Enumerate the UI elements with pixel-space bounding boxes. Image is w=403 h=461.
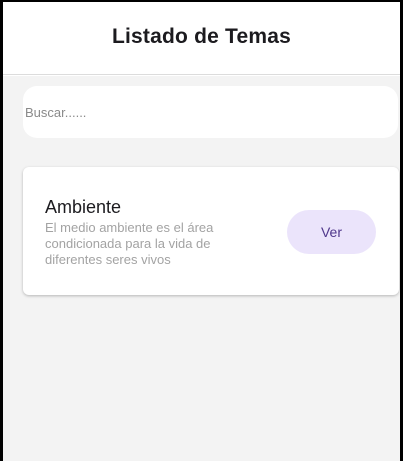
topic-title: Ambiente (45, 197, 122, 217)
search-box (23, 86, 398, 138)
app-bar: Listado de Temas (3, 2, 400, 75)
topic-description: El medio ambiente es el área condicionad… (45, 220, 214, 267)
page-title: Listado de Temas (111, 25, 292, 48)
app-screen: Listado de Temas Ambiente El medio ambie… (0, 0, 403, 461)
search-input[interactable] (23, 86, 398, 138)
topic-card: Ambiente El medio ambiente es el área co… (23, 167, 399, 295)
topic-list-content: Ambiente El medio ambiente es el área co… (3, 76, 400, 461)
view-topic-button[interactable]: Ver (287, 210, 376, 254)
